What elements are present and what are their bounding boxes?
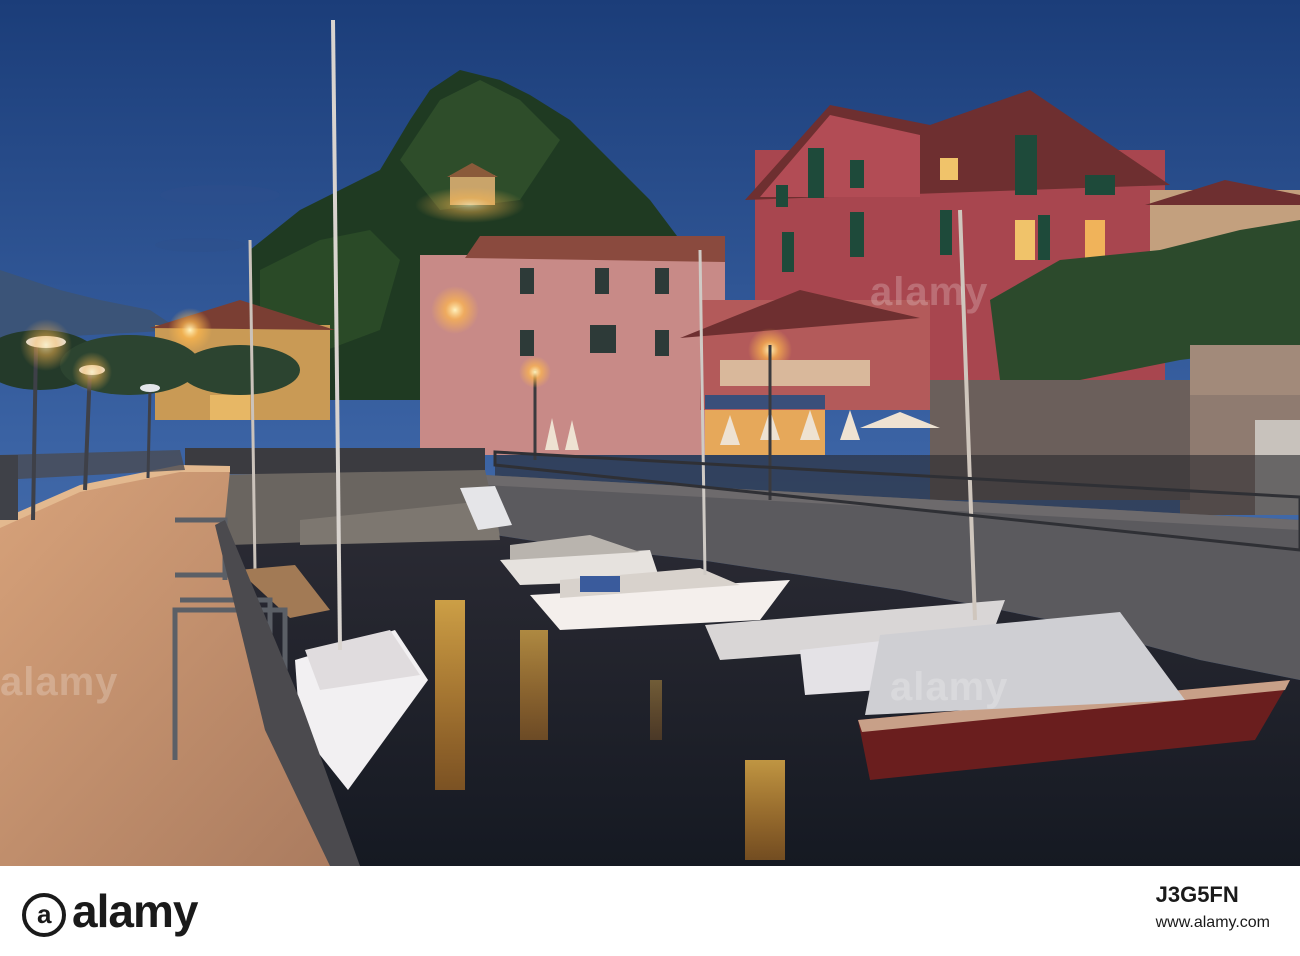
logo-text: alamy <box>72 885 198 937</box>
site-url[interactable]: www.alamy.com <box>1156 914 1270 932</box>
restaurant-awning <box>705 395 825 409</box>
image-id: J3G5FN <box>1155 882 1239 907</box>
footer-bar: a alamy J3G5FN www.alamy.com <box>0 866 1300 956</box>
watermark-top-left: alamy <box>0 660 119 704</box>
watermark-center: alamy <box>870 270 989 314</box>
photo-stage: alamy alamy alamy a alamy J3G5FN www.alam… <box>0 0 1300 956</box>
harbor-photo <box>0 0 1300 866</box>
watermark-bottom-right: alamy <box>890 665 1009 709</box>
alamy-logo-icon: a <box>22 892 66 937</box>
alamy-logo[interactable]: a alamy <box>22 884 198 938</box>
footer-info: J3G5FN www.alamy.com <box>1156 882 1270 932</box>
